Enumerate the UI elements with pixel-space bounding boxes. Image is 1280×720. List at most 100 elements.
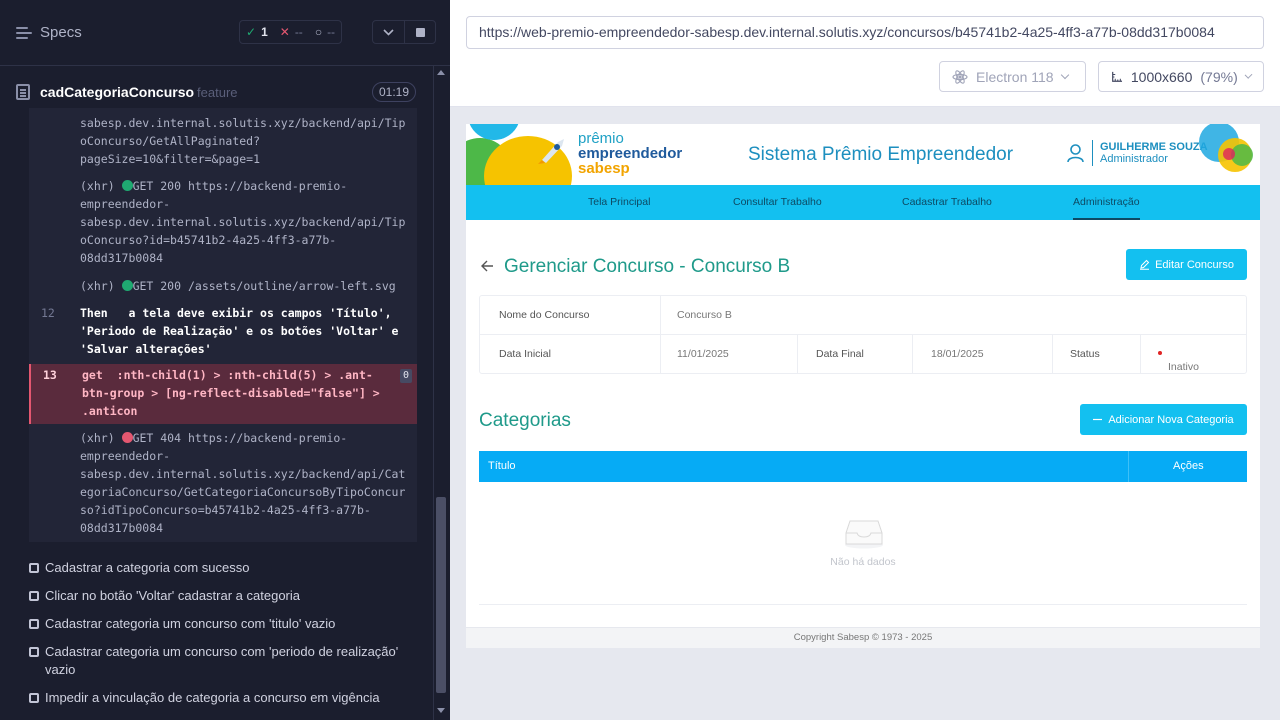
chevron-down-icon [1244,71,1253,79]
nav-cadastrar-trabalho[interactable]: Cadastrar Trabalho [902,185,992,220]
edit-contest-button[interactable]: Editar Concurso [1126,249,1247,280]
contest-info-card: Nome do Concurso Concurso B Data Inicial… [479,295,1247,374]
command-selector: .anticon [82,404,138,418]
categories-title: Categorias [479,410,571,431]
xhr-prefix: (xhr) [80,279,115,293]
name-value: Concurso B [677,309,732,321]
user-icon [1067,144,1084,163]
failed-command[interactable]: 13 get :nth-child(1) > :nth-child(5) > .… [29,364,417,424]
nav-consultar-trabalho[interactable]: Consultar Trabalho [733,185,822,220]
empty-inbox-icon [845,520,883,549]
step-text: 'Periodo de Realização' e os botões 'Vol… [80,324,399,338]
application-frame: prêmio empreendedor sabesp Sistema Prêmi… [466,124,1260,648]
viewport-zoom: (79%) [1200,68,1238,85]
user-name: GUILHERME SOUZA [1100,141,1208,153]
xhr-prefix: (xhr) [80,431,115,445]
edit-icon [1140,259,1150,270]
main-nav: Tela Principal Consultar Trabalho Cadast… [466,185,1260,220]
collapse-chevron-icon[interactable] [373,21,404,43]
edit-contest-label: Editar Concurso [1155,258,1234,271]
column-title: Título [488,460,516,472]
user-info[interactable]: GUILHERME SOUZA Administrador [1100,141,1208,165]
xhr-status: GET 200 [132,279,182,293]
status-dot-icon [1158,351,1162,355]
test-item[interactable]: Clicar no botão 'Voltar' cadastrar a cat… [29,587,409,605]
empty-state-text: Não há dados [830,556,896,568]
test-pending-icon [29,693,39,703]
test-pending-icon [29,619,39,629]
passed-count: ✓ 1 [246,25,268,39]
scrollbar-thumb[interactable] [436,497,446,693]
info-row: Data Inicial 11/01/2025 Data Final 18/01… [480,335,1246,374]
app-footer: Copyright Sabesp © 1973 - 2025 [466,627,1260,648]
specs-label: Specs [40,24,82,41]
info-row: Nome do Concurso Concurso B [480,296,1246,335]
ruler-icon [1112,71,1123,82]
command-selector: btn-group > [ng-reflect-disabled="false"… [82,386,380,400]
user-role: Administrador [1100,153,1168,165]
table-header: Título Ações [479,451,1247,482]
step-text: a tela deve exibir os campos 'Título', [128,306,392,320]
test-item[interactable]: Cadastrar categoria um concurso com 'per… [29,643,399,679]
status-success-icon [121,180,133,191]
electron-icon [952,69,968,84]
test-title: Clicar no botão 'Voltar' cadastrar a cat… [45,588,300,603]
log-line: sabesp.dev.internal.solutis.xyz/backend/… [80,116,406,130]
xhr-url: https://backend-premio- [187,179,348,193]
end-date-value: 18/01/2025 [931,348,984,360]
test-item[interactable]: Cadastrar categoria um concurso com 'tit… [29,615,409,633]
test-item[interactable]: Cadastrar a categoria com sucesso [29,559,409,577]
menu-icon [16,26,32,39]
viewport-selector[interactable]: 1000x660 (79%) [1098,61,1264,92]
test-pending-icon [29,563,39,573]
spec-name: cadCategoriaConcurso [40,84,195,100]
url-bar[interactable]: https://web-premio-empreendedor-sabesp.d… [466,16,1264,49]
xhr-url: /assets/outline/arrow-left.svg [187,279,396,293]
command-keyword: get [82,368,103,382]
status-error-icon [121,432,133,443]
line-number: 13 [43,368,57,382]
browser-selector[interactable]: Electron 118 [939,61,1086,92]
test-item[interactable]: Impedir a vinculação de categoria a conc… [29,689,409,707]
stop-icon[interactable] [404,21,435,43]
categories-header: Categorias Adicionar Nova Categoria [479,404,1247,436]
test-pending-icon [29,591,39,601]
add-category-button[interactable]: Adicionar Nova Categoria [1080,404,1247,435]
xhr-url: https://backend-premio- [187,431,348,445]
browser-name: Electron 118 [976,68,1054,85]
xhr-url: sabesp.dev.internal.solutis.xyz/backend/… [80,467,406,481]
page-header: Gerenciar Concurso - Concurso B Editar C… [466,249,1260,285]
scroll-down-icon[interactable] [437,708,445,713]
start-date-label: Data Inicial [499,348,551,360]
browser-toolbar: https://web-premio-empreendedor-sabesp.d… [450,0,1280,107]
log-line: oConcurso/GetAllPaginated? [80,134,261,148]
spec-title-row[interactable]: cadCategoriaConcurso feature 01:19 [0,76,432,108]
start-date-value: 11/01/2025 [677,348,729,360]
command-selector: :nth-child(1) > :nth-child(5) > .ant- [116,368,373,382]
xhr-status: GET 404 [132,431,182,445]
log-line: pageSize=10&filter=&page=1 [80,152,261,166]
decoration-shape [1223,148,1235,160]
test-title: Cadastrar categoria um concurso com 'tit… [45,616,336,631]
step-keyword: Then [80,306,108,320]
column-actions: Ações [1173,460,1204,472]
spec-duration: 01:19 [371,82,416,102]
nav-administracao[interactable]: Administração [1073,185,1140,220]
scroll-up-icon[interactable] [437,70,445,75]
arrow-left-icon[interactable] [481,260,494,272]
line-number: 12 [41,306,55,320]
user-divider [1092,140,1093,166]
end-date-label: Data Final [816,348,864,360]
system-title: Sistema Prêmio Empreendedor [748,144,1014,165]
viewport-size: 1000x660 [1130,68,1193,85]
status-badge: Inativo [1158,348,1199,373]
rocket-icon [538,139,564,164]
xhr-url: 08dd317b0084 [80,521,164,535]
nav-home[interactable]: Tela Principal [588,185,650,220]
reporter-controls [372,20,436,44]
specs-toggle[interactable]: Specs [16,24,82,41]
test-title: Impedir a vinculação de categoria a conc… [45,690,380,705]
xhr-url: so?idTipoConcurso=b45741b2-4a25-4ff3-a77… [80,503,371,517]
element-count-badge: 0 [399,369,412,383]
preview-pane: https://web-premio-empreendedor-sabesp.d… [450,0,1280,720]
